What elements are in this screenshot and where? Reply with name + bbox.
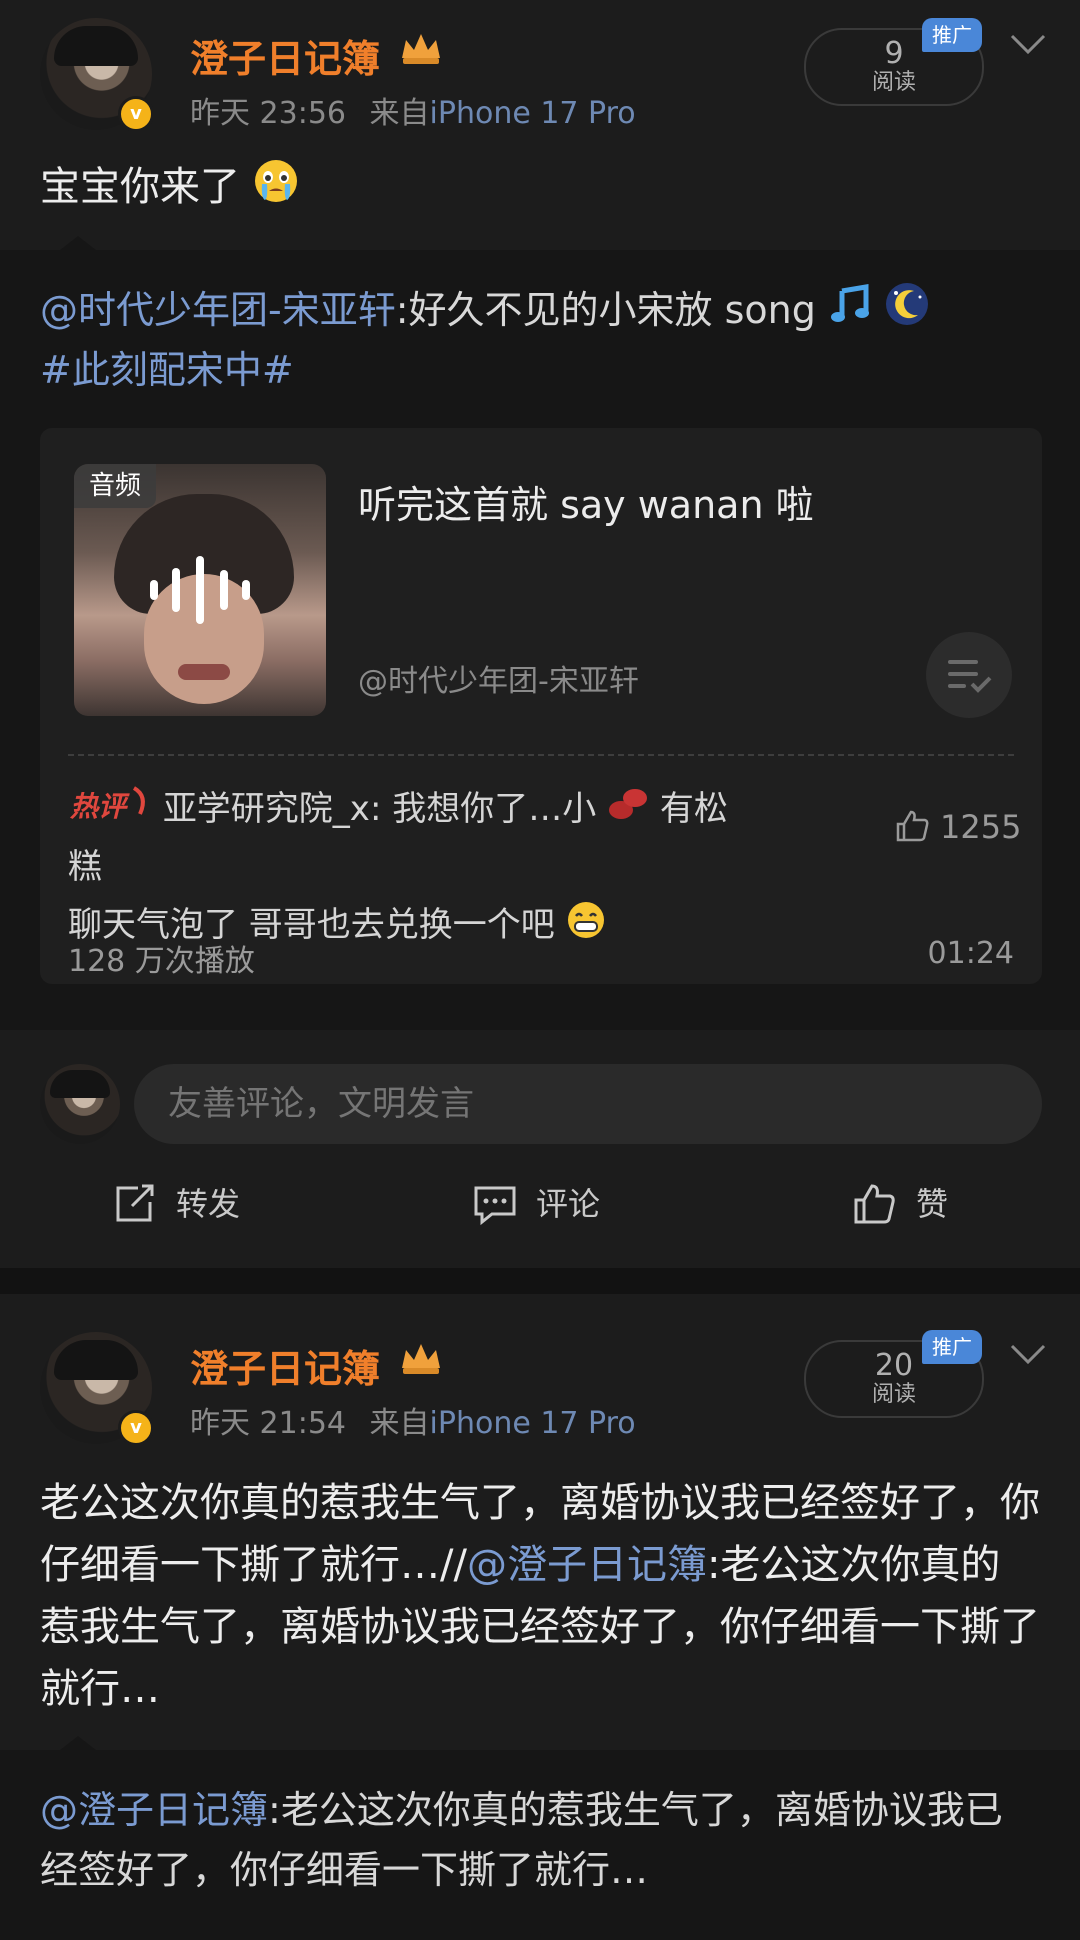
read-label: 阅读 <box>871 1382 916 1407</box>
weibo-post-2: v 澄子日记簿 昨天 21:54 来自iPhone 17 Pro 20 阅读 推… <box>0 1294 1080 1940</box>
username[interactable]: 澄子日记簿 <box>190 1338 380 1393</box>
audio-duration: 01:24 <box>927 936 1014 971</box>
crown-icon <box>402 34 440 64</box>
audio-wave-icon[interactable] <box>148 556 252 624</box>
repost-quote[interactable]: @澄子日记簿:老公这次你真的惹我生气了，离婚协议我已经签好了，你仔细看一下撕了就… <box>0 1736 1080 1940</box>
repost-label: 转发 <box>176 1185 241 1223</box>
audio-card[interactable]: 音频 听完这首就 say wanan 啦 @时代少年团-宋亚轩 热评 亚学研究院… <box>40 428 1042 984</box>
username[interactable]: 澄子日记簿 <box>190 28 380 83</box>
verified-badge-icon: v <box>118 1410 154 1446</box>
audio-tag: 音频 <box>74 464 156 508</box>
post-source[interactable]: iPhone 17 Pro <box>430 1406 636 1441</box>
post-content: 老公这次你真的惹我生气了，离婚协议我已经签好了，你仔细看一下撕了就行…//@澄子… <box>40 1472 1040 1720</box>
hot-comment[interactable]: 热评 亚学研究院_x: 我想你了…小 有松糕 聊天气泡了 哥哥也去兑换一个吧 <box>68 780 748 954</box>
comment-button[interactable]: 评论 <box>472 1182 652 1226</box>
content-mention[interactable]: @澄子日记簿 <box>467 1542 707 1588</box>
audio-author[interactable]: @时代少年团-宋亚轩 <box>358 656 639 700</box>
repost-mention[interactable]: @澄子日记簿 <box>40 1788 268 1832</box>
post-time: 昨天 21:54 <box>190 1406 346 1441</box>
repost-hashtag[interactable]: #此刻配宋中# <box>40 348 294 392</box>
hot-comment-user[interactable]: 亚学研究院_x <box>163 789 370 829</box>
repost-text: @澄子日记簿:老公这次你真的惹我生气了，离婚协议我已经签好了，你仔细看一下撕了就… <box>40 1780 1040 1900</box>
grin-emoji-icon <box>567 902 604 938</box>
post-text: 宝宝你来了 <box>40 164 240 210</box>
comment-bar <box>0 1034 1080 1164</box>
source-prefix: 来自 <box>369 1406 430 1441</box>
verified-badge-icon: v <box>118 96 154 132</box>
chevron-down-icon[interactable] <box>1008 30 1048 58</box>
audio-title[interactable]: 听完这首就 say wanan 啦 <box>358 474 814 529</box>
weibo-post-1: v 澄子日记簿 昨天 23:56 来自iPhone 17 Pro 9 阅读 推广… <box>0 0 1080 1268</box>
my-avatar[interactable] <box>40 1064 120 1144</box>
repost-button[interactable]: 转发 <box>112 1182 292 1226</box>
like-button[interactable]: 赞 <box>852 1182 1012 1226</box>
post-content: 宝宝你来了 <box>40 156 299 218</box>
repost-body: :好久不见的小宋放 song <box>395 288 816 332</box>
bean-emoji-icon <box>609 789 648 819</box>
source-prefix: 来自 <box>369 96 430 131</box>
music-note-emoji-icon <box>830 284 869 322</box>
crown-icon <box>402 1344 440 1374</box>
repost-text: @时代少年团-宋亚轩:好久不见的小宋放 song #此刻配宋中# <box>40 280 1040 400</box>
repost-icon <box>116 1184 154 1222</box>
hot-comment-likes: 1255 <box>940 808 1022 846</box>
quote-pointer <box>60 1736 96 1750</box>
promo-badge[interactable]: 推广 <box>922 1330 982 1364</box>
audio-cover[interactable]: 音频 <box>74 464 326 716</box>
moon-emoji-icon <box>886 283 929 325</box>
promo-badge[interactable]: 推广 <box>922 18 982 52</box>
repost-mention[interactable]: @时代少年团-宋亚轩 <box>40 288 396 332</box>
like-label: 赞 <box>916 1185 949 1223</box>
chevron-down-icon[interactable] <box>1008 1340 1048 1368</box>
repost-quote[interactable]: @时代少年团-宋亚轩:好久不见的小宋放 song #此刻配宋中# 音频 听完这首… <box>0 236 1080 1030</box>
playlist-icon <box>948 660 992 693</box>
comment-icon <box>474 1186 516 1226</box>
thumb-up-icon <box>854 1184 895 1224</box>
comment-label: 评论 <box>536 1185 601 1223</box>
post-meta: 昨天 23:56 来自iPhone 17 Pro <box>190 88 636 132</box>
comment-input[interactable] <box>134 1064 1042 1144</box>
post-time: 昨天 23:56 <box>190 96 346 131</box>
thumb-up-icon[interactable] <box>894 808 930 844</box>
hot-comment-badge: 热评 <box>69 786 145 823</box>
post-source[interactable]: iPhone 17 Pro <box>430 96 636 131</box>
read-label: 阅读 <box>871 70 916 95</box>
hot-comment-text-1: : 我想你了…小 <box>369 789 597 829</box>
crying-emoji-icon <box>254 160 297 202</box>
card-divider <box>68 754 1014 756</box>
quote-pointer <box>60 236 96 250</box>
hot-badge-text: 热评 <box>69 790 130 823</box>
playlist-button[interactable] <box>926 632 1012 718</box>
play-count: 128 万次播放 <box>68 944 255 979</box>
post-meta: 昨天 21:54 来自iPhone 17 Pro <box>190 1398 636 1442</box>
